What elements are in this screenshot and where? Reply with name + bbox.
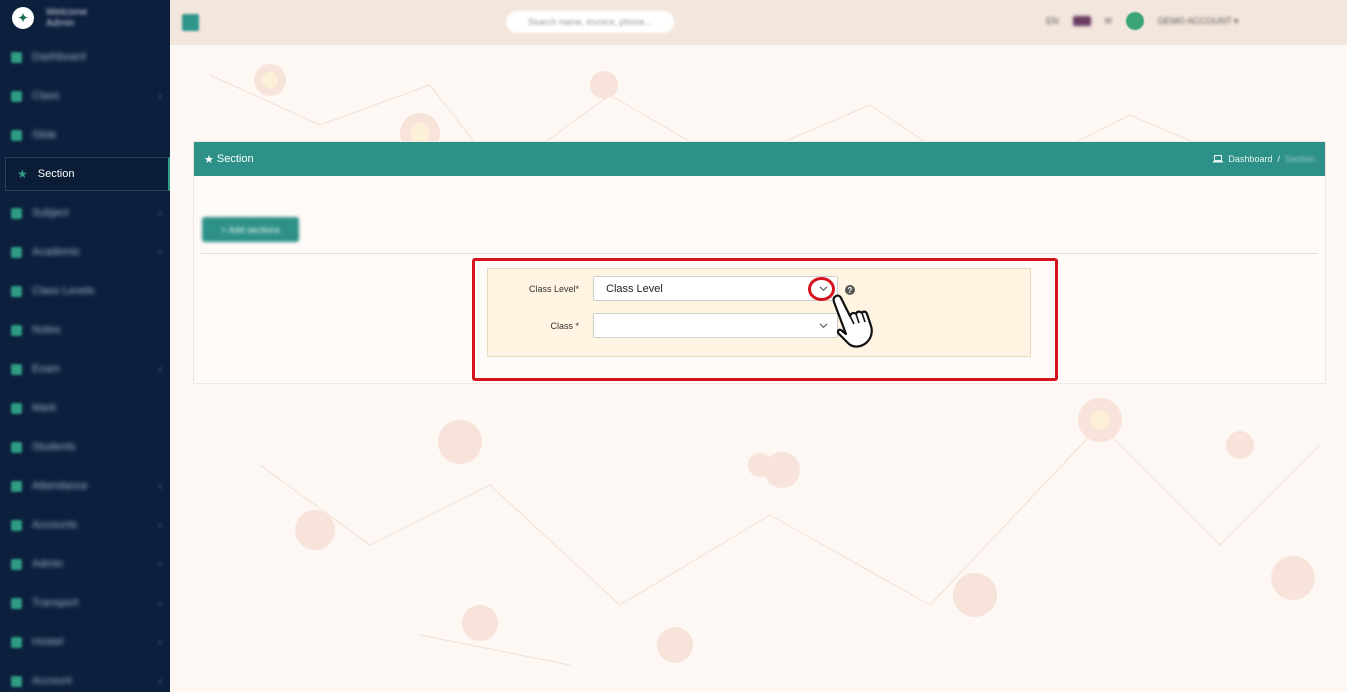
sidebar-item-section[interactable]: ★ Section	[5, 157, 170, 191]
sidebar-item-label: Accounts	[32, 519, 78, 531]
sidebar-item-label: Notes	[32, 324, 61, 336]
sidebar-item-students[interactable]: Students	[0, 430, 170, 464]
admin-icon	[11, 558, 22, 570]
school-logo-small	[1126, 12, 1145, 30]
sidebar-item-label: Exam	[32, 363, 61, 375]
flag-icon[interactable]	[1072, 16, 1091, 26]
account-menu[interactable]: DEMO ACCOUNT ▾	[1158, 16, 1238, 27]
school-logo: ✦	[12, 7, 34, 29]
breadcrumb-home-link[interactable]: Dashboard	[1228, 154, 1272, 164]
user-name: Admin	[46, 18, 75, 29]
chevron-icon: ‹	[158, 636, 162, 648]
chevron-icon: ‹	[158, 675, 162, 687]
sidebar-item-label: Section	[37, 168, 75, 180]
exam-icon	[11, 363, 22, 375]
sidebar-item-label: Academic	[32, 246, 81, 258]
mark-icon	[11, 402, 22, 414]
sidebar-item-label: Mark	[32, 402, 57, 414]
sidebar-item-label: Transport	[32, 597, 79, 609]
welcome-text: Welcome Admin	[46, 7, 88, 29]
sidebar-item-label: Subject	[32, 207, 69, 219]
class-icon	[11, 90, 22, 102]
sidebar-item-exam[interactable]: Exam ‹	[0, 352, 170, 386]
top-bar: Search name, invoice, phone... EN ✉ DEMO…	[170, 0, 1347, 45]
sidebar-item-notes[interactable]: Notes	[0, 313, 170, 347]
pencil-icon	[11, 324, 22, 336]
sidebar-item-dashboard[interactable]: Dashboard	[0, 40, 170, 74]
breadcrumb-separator: /	[1277, 154, 1280, 164]
sidebar-item-label: Students	[32, 441, 76, 453]
sidebar: ✦ Welcome Admin Dashboard Class › Slide …	[0, 0, 170, 692]
sidebar-item-label: Attendance	[32, 480, 88, 492]
sidebar-item-admin[interactable]: Admin ‹	[0, 547, 170, 581]
sidebar-item-account[interactable]: Account ‹	[0, 664, 170, 692]
sidebar-item-label: Account	[32, 675, 72, 687]
hostel-icon	[11, 636, 22, 648]
language-selector[interactable]: EN	[1046, 16, 1059, 26]
chevron-icon: ‹	[158, 519, 162, 531]
sidebar-item-academic[interactable]: Academic ›	[0, 235, 170, 269]
breadcrumb: Dashboard / Section	[1213, 154, 1315, 164]
highlight-box	[472, 258, 1058, 381]
academic-icon	[11, 246, 22, 258]
attendance-icon	[11, 480, 22, 492]
levels-icon	[11, 285, 22, 297]
divider	[201, 253, 1318, 254]
star-icon: ★	[17, 167, 28, 181]
breadcrumb-current: Section	[1284, 154, 1315, 164]
star-icon: ★	[204, 153, 214, 166]
sidebar-item-accounts[interactable]: Accounts ‹	[0, 508, 170, 542]
chevron-icon: ‹	[158, 363, 162, 375]
sidebar-item-attendance[interactable]: Attendance ‹	[0, 469, 170, 503]
home-icon	[11, 51, 22, 63]
pointing-hand-icon	[832, 294, 873, 348]
sidebar-item-label: Slide	[32, 129, 57, 141]
sidebar-item-label: Dashboard	[32, 51, 86, 63]
search-input[interactable]: Search name, invoice, phone...	[506, 11, 674, 33]
sidebar-item-label: Class	[32, 90, 60, 102]
sidebar-item-slide[interactable]: Slide	[0, 118, 170, 152]
sidebar-item-label: Admin	[32, 558, 64, 570]
page-title: ★ Section	[204, 153, 254, 166]
chevron-icon: ‹	[158, 558, 162, 570]
account-icon	[11, 675, 22, 687]
students-icon	[11, 441, 22, 453]
header-actions: EN ✉ DEMO ACCOUNT ▾	[1046, 12, 1238, 30]
sidebar-item-class[interactable]: Class ›	[0, 79, 170, 113]
sidebar-item-transport[interactable]: Transport ‹	[0, 586, 170, 620]
chevron-icon: ›	[158, 90, 162, 102]
sidebar-item-label: Hostel	[32, 636, 64, 648]
menu-toggle-icon[interactable]	[182, 14, 199, 31]
laptop-icon	[1213, 155, 1224, 163]
welcome-label: Welcome	[46, 7, 88, 18]
sidebar-item-mark[interactable]: Mark	[0, 391, 170, 425]
subject-icon	[11, 207, 22, 219]
page-title-text: Section	[216, 153, 254, 165]
sidebar-item-class-levels[interactable]: Class Levels	[0, 274, 170, 308]
slide-icon	[11, 129, 22, 141]
add-sections-button[interactable]: + Add sections	[202, 217, 299, 242]
sidebar-item-hostel[interactable]: Hostel ‹	[0, 625, 170, 659]
chevron-icon: ‹	[158, 480, 162, 492]
sidebar-item-label: Class Levels	[32, 285, 95, 297]
sidebar-brand: ✦ Welcome Admin	[0, 0, 170, 36]
chevron-icon: ›	[158, 207, 162, 219]
transport-icon	[11, 597, 22, 609]
sidebar-item-subject[interactable]: Subject ›	[0, 196, 170, 230]
chevron-icon: ›	[158, 246, 162, 258]
message-icon[interactable]: ✉	[1105, 16, 1113, 27]
card-header: ★ Section Dashboard / Section	[194, 142, 1325, 176]
chevron-icon: ‹	[158, 597, 162, 609]
accounts-icon	[11, 519, 22, 531]
